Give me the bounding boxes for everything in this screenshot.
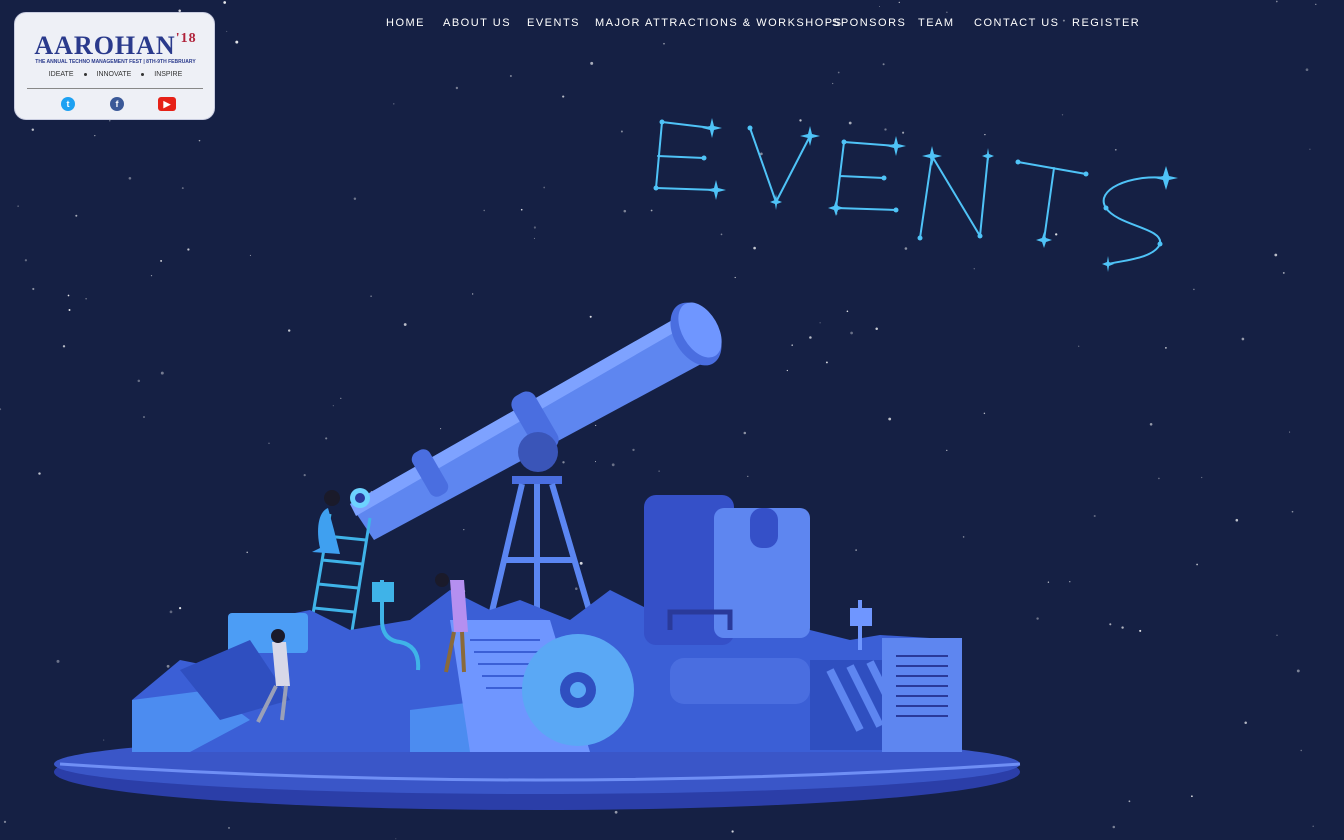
star xyxy=(38,472,41,475)
star xyxy=(1149,423,1153,426)
main-nav: HOME ABOUT US EVENTS MAJOR ATTRACTIONS &… xyxy=(0,17,1344,31)
nav-team[interactable]: TEAM xyxy=(918,17,955,29)
nav-events[interactable]: EVENTS xyxy=(527,17,580,29)
star xyxy=(181,187,184,190)
constellation-lettering xyxy=(653,118,1178,272)
star xyxy=(109,120,111,122)
star xyxy=(837,71,840,74)
star xyxy=(533,226,536,229)
star xyxy=(1112,825,1116,829)
logo-divider xyxy=(27,88,203,89)
star xyxy=(878,5,881,8)
facebook-icon[interactable]: f xyxy=(110,97,124,111)
star xyxy=(150,275,153,277)
star xyxy=(1235,518,1239,522)
star xyxy=(623,209,627,213)
star xyxy=(24,259,28,262)
star xyxy=(1282,271,1285,274)
star xyxy=(1312,825,1314,828)
star xyxy=(31,128,35,131)
star xyxy=(533,237,535,239)
star xyxy=(393,103,395,105)
star xyxy=(1047,581,1050,583)
star xyxy=(1305,68,1309,72)
star xyxy=(832,82,834,85)
nav-about-us[interactable]: ABOUT US xyxy=(443,17,511,29)
star xyxy=(198,139,201,142)
star xyxy=(946,11,948,13)
nav-register[interactable]: REGISTER xyxy=(1072,17,1140,29)
star xyxy=(509,74,512,78)
star xyxy=(75,214,78,217)
star xyxy=(1274,253,1278,257)
star xyxy=(1291,510,1294,513)
star xyxy=(1109,623,1112,626)
star xyxy=(0,408,2,411)
logo-tagline: THE ANNUAL TECHNO MANAGEMENT FEST | 8TH-… xyxy=(35,59,196,65)
logo-tags: IDEATE INNOVATE INSPIRE xyxy=(15,71,216,78)
star xyxy=(1196,563,1198,566)
star xyxy=(395,838,397,840)
nav-sponsors[interactable]: SPONSORS xyxy=(832,17,906,29)
star xyxy=(731,830,734,833)
events-constellation-heading: EVENTS xyxy=(650,112,1190,272)
clutter-pile xyxy=(132,495,962,752)
star xyxy=(882,63,885,66)
star xyxy=(1121,626,1124,629)
star xyxy=(17,205,19,207)
star xyxy=(3,820,7,824)
tag-innovate: INNOVATE xyxy=(96,71,132,78)
star xyxy=(1165,347,1167,349)
star xyxy=(94,135,96,137)
star xyxy=(1201,476,1203,479)
tag-separator xyxy=(83,73,87,76)
star xyxy=(734,276,736,279)
star xyxy=(562,95,565,98)
star xyxy=(898,1,900,4)
youtube-icon[interactable]: ▶ xyxy=(158,97,176,111)
tag-separator xyxy=(141,73,145,76)
star xyxy=(1241,337,1245,341)
logo-title: AAROHAN'18 xyxy=(34,31,197,60)
star xyxy=(1276,634,1278,636)
star xyxy=(1193,288,1195,291)
star xyxy=(590,61,594,65)
telescope-illustration xyxy=(54,302,1021,810)
star xyxy=(1275,0,1278,3)
nav-contact-us[interactable]: CONTACT US xyxy=(974,17,1060,29)
star xyxy=(223,1,227,4)
star xyxy=(620,130,623,133)
star xyxy=(1069,581,1071,583)
star xyxy=(1128,800,1131,803)
star xyxy=(160,259,163,262)
star xyxy=(1139,629,1142,632)
star xyxy=(1296,669,1300,673)
star xyxy=(235,40,239,44)
star xyxy=(1093,514,1096,518)
nav-home[interactable]: HOME xyxy=(386,17,425,29)
star xyxy=(543,186,546,189)
star xyxy=(1191,795,1193,798)
star xyxy=(1244,721,1247,724)
star xyxy=(663,42,665,45)
star xyxy=(1158,477,1160,480)
star xyxy=(1300,749,1302,752)
star xyxy=(1309,148,1311,150)
star xyxy=(1289,431,1291,433)
star xyxy=(1078,345,1080,347)
nav-major-attractions[interactable]: MAJOR ATTRACTIONS & WORKSHOPS xyxy=(595,17,842,29)
star xyxy=(353,197,357,201)
twitter-icon[interactable]: t xyxy=(61,97,75,111)
star xyxy=(455,86,459,90)
tag-inspire: INSPIRE xyxy=(154,71,183,78)
star xyxy=(128,177,132,180)
star xyxy=(483,209,485,212)
star xyxy=(32,287,35,291)
star xyxy=(520,208,523,211)
star xyxy=(1315,3,1317,5)
star xyxy=(228,826,230,829)
star xyxy=(187,248,190,251)
tag-ideate: IDEATE xyxy=(48,71,74,78)
star xyxy=(249,254,251,256)
